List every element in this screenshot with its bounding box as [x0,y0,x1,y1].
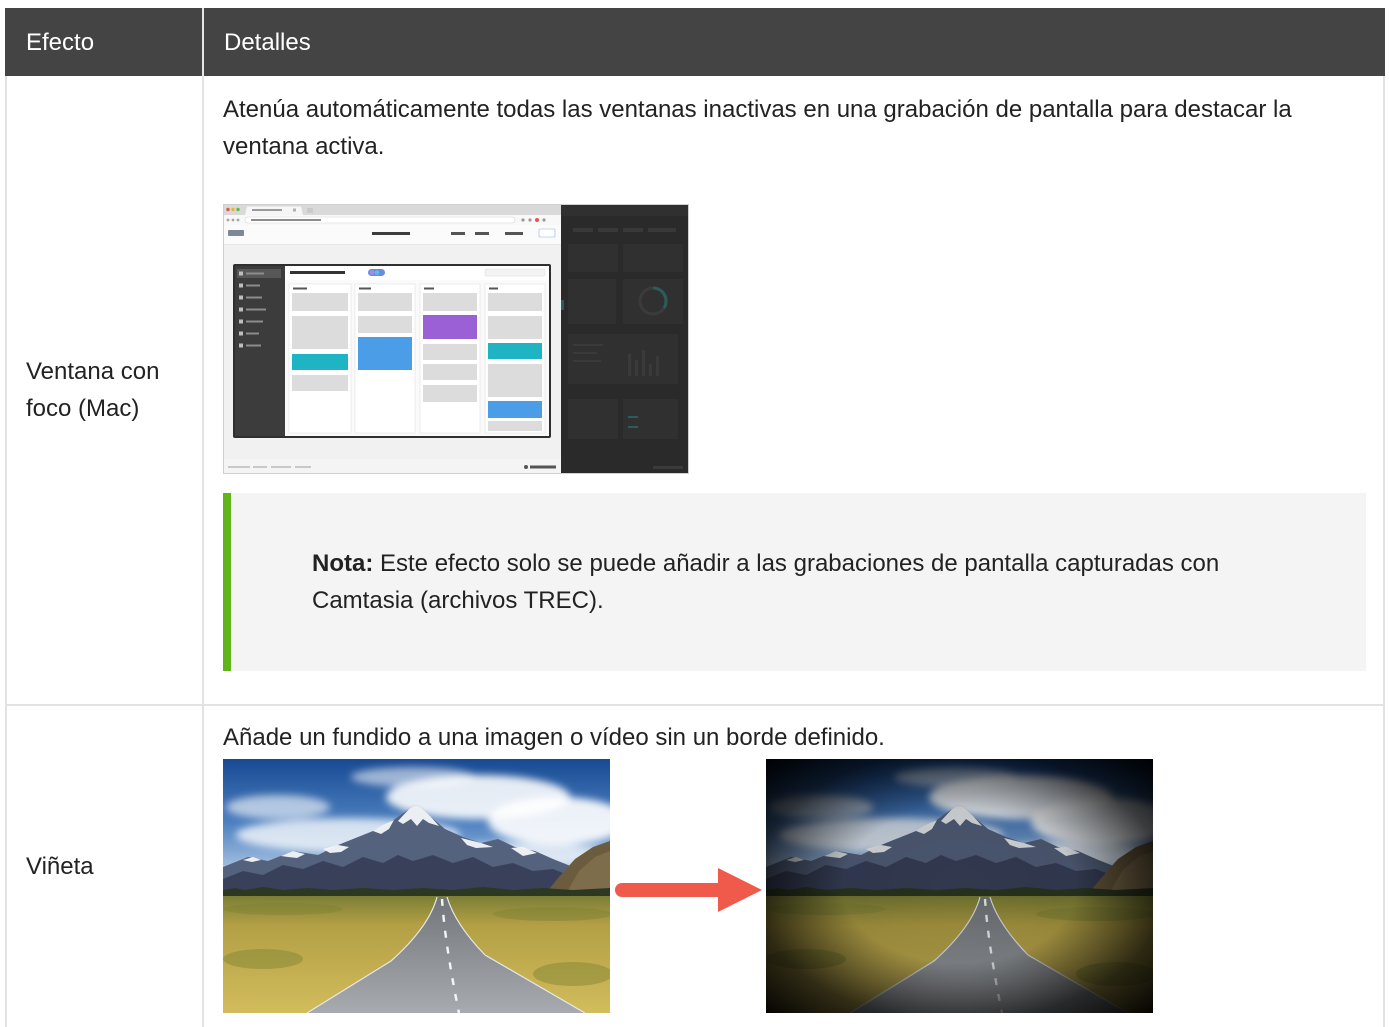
arrow-right-icon [615,868,762,912]
effect-name: Ventana con foco (Mac) [26,358,160,422]
table-row: Ventana con foco (Mac) Atenúa automática… [5,76,1385,706]
effect-description: Atenúa automáticamente todas las ventana… [223,96,1292,160]
effect-cell: Ventana con foco (Mac) [5,76,204,704]
app-window [233,264,551,438]
column-header-details: Detalles [224,28,311,56]
details-cell: Añade un fundido a una imagen o vídeo si… [204,706,1385,1027]
details-cell: Atenúa automáticamente todas las ventana… [204,76,1385,704]
landscape-original-image [223,759,610,1013]
before-after-images [223,759,1366,1013]
effect-cell: Viñeta [5,706,204,1027]
table-header-row: Efecto Detalles [5,8,1385,76]
table-row: Viñeta Añade un fundido a una imagen o v… [5,706,1385,1027]
effect-description: Añade un fundido a una imagen o vídeo si… [223,724,885,751]
landscape-vignette-image [766,759,1153,1013]
effects-table: Efecto Detalles Ventana con foco (Mac) A… [5,8,1385,1027]
effect-name: Viñeta [26,853,94,880]
focus-window-screenshot [223,204,689,474]
column-header-effect: Efecto [5,8,204,76]
note-label: Nota: [312,550,374,577]
screenshot-footer [223,459,561,474]
note-callout: Nota: Este efecto solo se puede añadir a… [223,493,1366,671]
dimmed-background-windows [561,204,689,474]
note-text: Este efecto solo se puede añadir a las g… [312,550,1220,614]
note-body: Nota: Este efecto solo se puede añadir a… [312,545,1285,619]
